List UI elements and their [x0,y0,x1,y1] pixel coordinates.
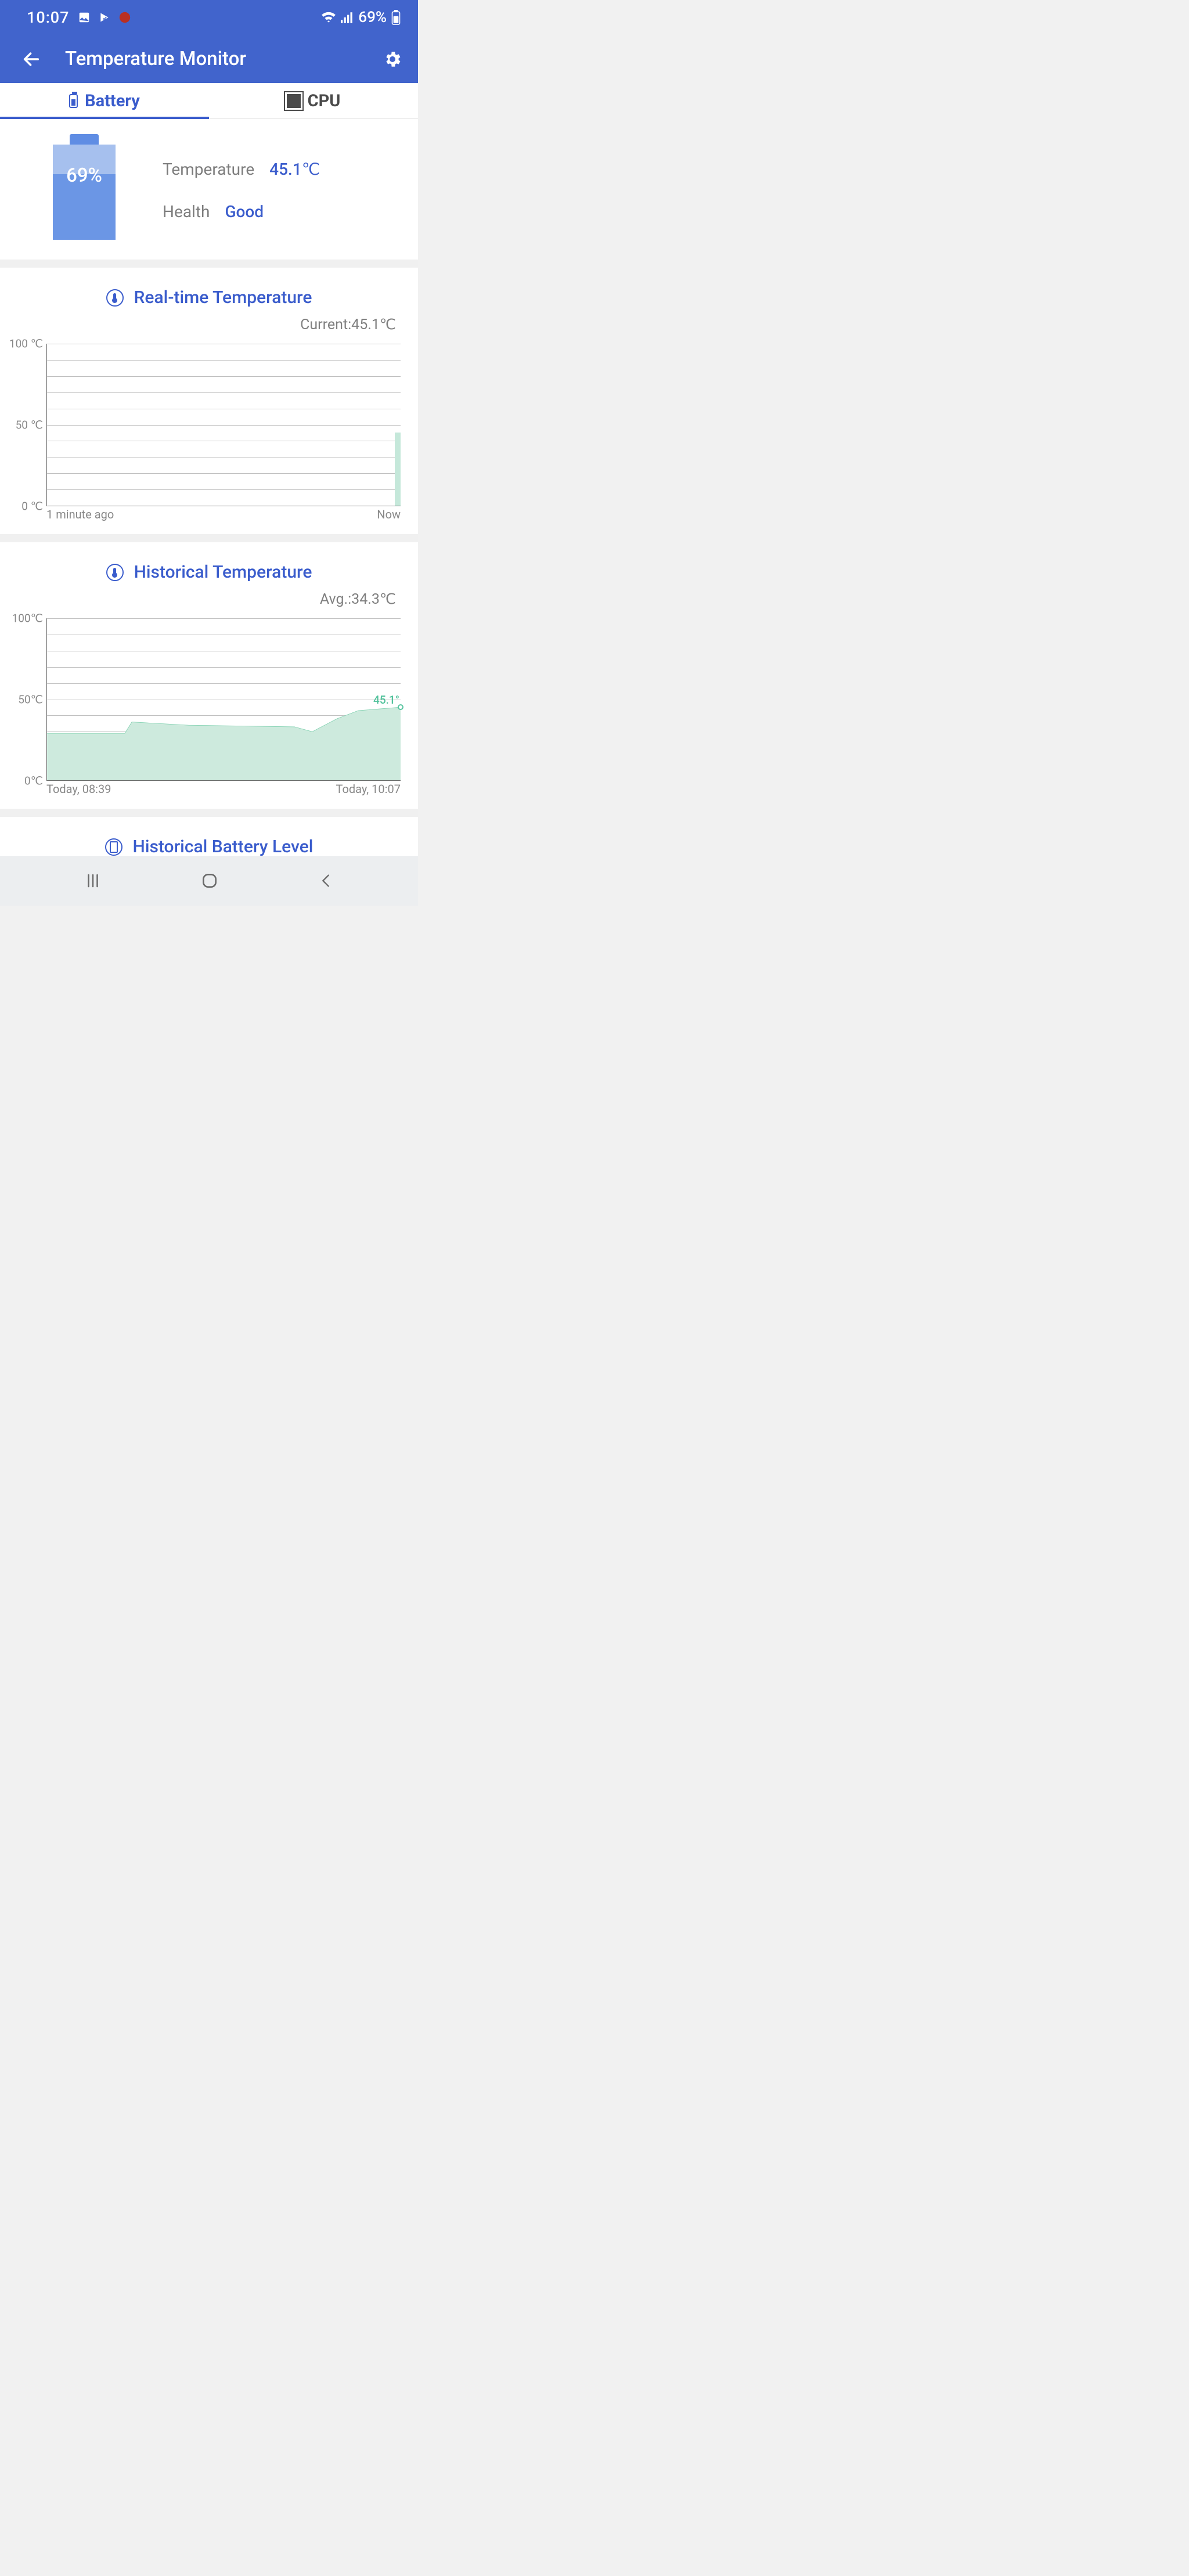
x-right: Today, 10:07 [336,782,401,796]
recent-apps-button[interactable] [84,872,102,889]
tab-battery[interactable]: Battery [0,83,209,118]
back-button[interactable] [15,43,48,75]
settings-button[interactable] [379,45,406,73]
play-verify-icon [99,12,110,23]
y-tick: 100℃ [12,612,43,625]
historical-card: Historical Temperature Avg.:34.3℃ 100℃ 5… [0,542,418,809]
y-tick: 0℃ [24,774,43,788]
realtime-sub-prefix: Current: [300,316,351,333]
tab-cpu[interactable]: CPU [209,83,418,118]
y-tick: 100 ℃ [9,337,43,351]
health-row: Health Good [163,202,401,221]
health-label: Health [163,202,210,221]
realtime-chart: 100 ℃ 50 ℃ 0 ℃ 1 minute ago Now [0,338,418,534]
historical-end-label: 45.1° [373,693,399,707]
realtime-plot [46,344,401,506]
historical-sub-value: 34.3℃ [351,591,396,608]
historical-title: Historical Temperature [0,542,418,588]
temperature-label: Temperature [163,160,254,179]
y-tick: 0 ℃ [21,500,43,513]
historical-area [47,618,401,780]
home-button[interactable] [200,871,219,890]
thermometer-icon [106,564,124,581]
realtime-title-text: Real-time Temperature [134,287,312,308]
x-right: Now [377,507,401,521]
realtime-title: Real-time Temperature [0,268,418,314]
historical-y-axis: 100℃ 50℃ 0℃ [15,618,46,781]
realtime-y-axis: 100 ℃ 50 ℃ 0 ℃ [15,344,46,506]
tabs: Battery CPU [0,83,418,119]
realtime-sub-value: 45.1℃ [351,316,396,333]
android-nav-bar [0,856,418,906]
status-time: 10:07 [27,8,70,27]
battery-graphic: 69% [41,134,128,240]
back-nav-button[interactable] [318,873,334,889]
warning-icon [118,11,131,24]
historical-subtitle: Avg.:34.3℃ [0,588,418,613]
historical-end-dot [398,704,403,710]
thermometer-icon [106,289,124,307]
realtime-bar [395,433,401,506]
historical-chart: 100℃ 50℃ 0℃ 45.1° Today, 08:39 [0,613,418,809]
cpu-chip-icon [287,94,301,108]
x-left: Today, 08:39 [46,782,111,796]
photos-icon [78,11,91,24]
temperature-row: Temperature 45.1℃ [163,160,401,179]
battery-info: Temperature 45.1℃ Health Good [163,147,401,227]
battery-summary-card: 69% Temperature 45.1℃ Health Good [0,119,418,260]
battery-icon [69,94,78,108]
tab-cpu-label: CPU [308,91,341,111]
x-left: 1 minute ago [46,507,114,521]
health-value: Good [225,202,264,221]
historical-sub-prefix: Avg.: [320,591,351,608]
realtime-subtitle: Current:45.1℃ [0,314,418,338]
status-left: 10:07 [27,8,131,27]
battery-icon [105,838,122,856]
status-battery-pct: 69% [358,9,387,26]
status-bar: 10:07 69% [0,0,418,35]
battery-status-icon [391,10,401,25]
historical-plot: 45.1° [46,618,401,781]
y-tick: 50℃ [18,693,43,707]
historical-x-axis: Today, 08:39 Today, 10:07 [15,781,401,799]
temperature-value: 45.1℃ [269,160,320,179]
realtime-x-axis: 1 minute ago Now [15,506,401,525]
tab-battery-label: Battery [85,91,140,111]
app-bar: Temperature Monitor [0,35,418,83]
wifi-icon [321,11,336,24]
signal-icon [341,12,354,23]
realtime-card: Real-time Temperature Current:45.1℃ 100 … [0,268,418,534]
historical-battery-title-text: Historical Battery Level [133,837,314,857]
y-tick: 50 ℃ [16,419,43,432]
status-right: 69% [321,9,401,26]
battery-percentage: 69% [53,164,116,187]
historical-title-text: Historical Temperature [134,562,312,582]
page-title: Temperature Monitor [48,48,379,70]
